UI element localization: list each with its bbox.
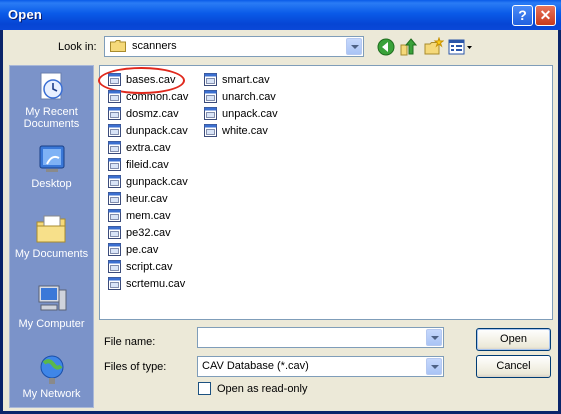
view-menu-icon[interactable]	[448, 37, 474, 57]
place-label: My Computer	[18, 318, 85, 330]
place-label: My Documents	[14, 248, 89, 260]
file-name: white.cav	[222, 125, 268, 137]
cav-file-icon	[108, 175, 121, 188]
file-name: dunpack.cav	[126, 125, 188, 137]
place-label: My Recent Documents	[23, 106, 80, 130]
chevron-down-icon[interactable]	[426, 329, 442, 346]
up-folder-icon[interactable]	[399, 37, 419, 57]
place-my-recent-documents[interactable]: My Recent Documents	[10, 70, 93, 130]
file-name: extra.cav	[126, 142, 171, 154]
my-network-icon	[40, 355, 63, 384]
place-desktop[interactable]: Desktop	[10, 142, 93, 190]
file-name: mem.cav	[126, 210, 171, 222]
readonly-label: Open as read-only	[217, 383, 308, 395]
back-icon[interactable]	[376, 37, 396, 57]
place-my-network[interactable]: My Network	[10, 352, 93, 400]
cav-file-icon	[108, 260, 121, 273]
place-my-computer[interactable]: My Computer	[10, 282, 93, 330]
help-button[interactable]: ?	[512, 5, 533, 26]
file-name: script.cav	[126, 261, 173, 273]
lookin-label: Look in:	[58, 41, 97, 53]
cav-file-icon	[108, 226, 121, 239]
file-name: smart.cav	[222, 74, 270, 86]
place-label: Desktop	[31, 178, 72, 190]
chevron-down-icon[interactable]	[426, 358, 442, 375]
cav-file-icon	[108, 209, 121, 222]
place-my-documents[interactable]: My Documents	[10, 212, 93, 260]
open-button[interactable]: Open	[476, 328, 551, 351]
folder-icon	[110, 40, 126, 52]
lookin-value: scanners	[132, 40, 177, 52]
cav-file-icon	[108, 124, 121, 137]
file-list[interactable]: bases.cav common.cav dosmz.cav dunpack.cav e…	[98, 65, 553, 320]
open-dialog: Open ? ✕ Look in: scanners My Recent Doc…	[0, 0, 561, 414]
cav-file-icon	[108, 107, 121, 120]
cav-file-icon	[108, 192, 121, 205]
filename-label: File name:	[104, 336, 156, 348]
places-bar: My Recent Documents Desktop My Documents	[9, 65, 94, 408]
cav-file-icon	[204, 107, 217, 120]
cav-file-icon	[108, 90, 121, 103]
chevron-down-icon[interactable]	[346, 38, 362, 55]
dialog-body: Look in: scanners My Recent Documents De…	[3, 30, 558, 411]
file-name: dosmz.cav	[126, 108, 179, 120]
cav-file-icon	[204, 124, 217, 137]
file-name: fileid.cav	[126, 159, 169, 171]
readonly-checkbox[interactable]	[198, 382, 211, 395]
new-folder-icon[interactable]	[424, 37, 444, 57]
file-name: gunpack.cav	[126, 176, 188, 188]
file-name: heur.cav	[126, 193, 168, 205]
my-computer-icon	[38, 285, 66, 311]
filetype-value: CAV Database (*.cav)	[202, 360, 309, 372]
my-documents-icon	[36, 215, 65, 243]
cav-file-icon	[204, 90, 217, 103]
cav-file-icon	[108, 158, 121, 171]
cav-file-icon	[204, 73, 217, 86]
filetype-dropdown[interactable]: CAV Database (*.cav)	[197, 356, 444, 377]
file-name: pe32.cav	[126, 227, 171, 239]
cancel-button[interactable]: Cancel	[476, 355, 551, 378]
lookin-dropdown[interactable]: scanners	[104, 36, 364, 57]
filename-input[interactable]	[197, 327, 444, 348]
dialog-title: Open	[8, 7, 43, 22]
file-name: unarch.cav	[222, 91, 276, 103]
place-label: My Network	[22, 388, 81, 400]
file-name: scrtemu.cav	[126, 278, 186, 290]
cav-file-icon	[108, 277, 121, 290]
filetype-label: Files of type:	[104, 361, 167, 373]
desktop-icon	[39, 145, 64, 172]
title-bar[interactable]: Open ? ✕	[0, 0, 561, 30]
file-name: common.cav	[126, 91, 189, 103]
cav-file-icon	[108, 141, 121, 154]
recent-documents-icon	[40, 72, 63, 100]
close-button[interactable]: ✕	[535, 5, 556, 26]
file-name: pe.cav	[126, 244, 159, 256]
cav-file-icon	[108, 243, 121, 256]
file-name: unpack.cav	[222, 108, 278, 120]
